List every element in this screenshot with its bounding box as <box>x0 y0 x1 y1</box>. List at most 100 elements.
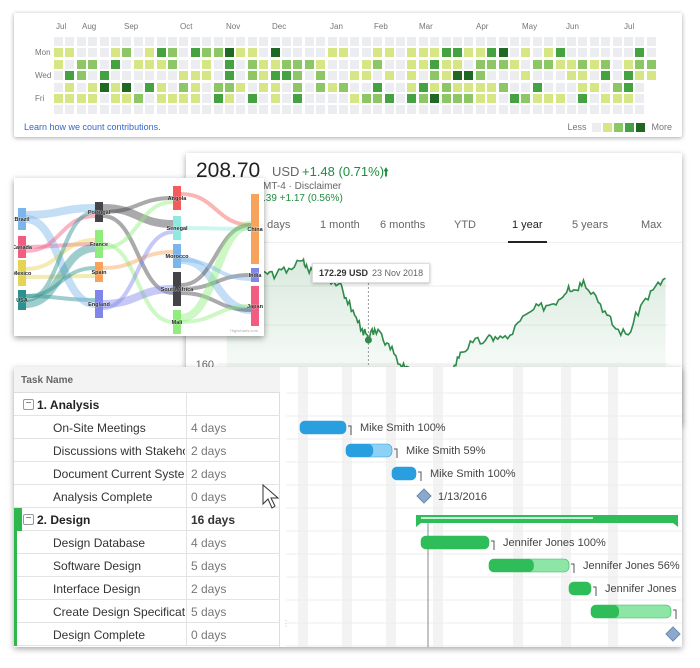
contribution-cell[interactable] <box>589 71 599 81</box>
contribution-cell[interactable] <box>156 71 166 81</box>
contribution-cell[interactable] <box>111 59 120 69</box>
contribution-cell[interactable] <box>236 71 246 81</box>
contribution-cell[interactable] <box>190 59 200 69</box>
contribution-cell[interactable] <box>578 48 588 58</box>
contribution-cell[interactable] <box>350 59 360 69</box>
contribution-cell[interactable] <box>475 37 485 46</box>
contribution-cell[interactable] <box>555 48 565 58</box>
task-row[interactable]: Interface Design 2 days <box>14 577 280 600</box>
contribution-cell[interactable] <box>396 94 405 103</box>
contribution-cell[interactable] <box>396 82 405 92</box>
contribution-cell[interactable] <box>498 105 508 115</box>
contribution-cell[interactable] <box>133 71 143 81</box>
tab-6-months[interactable]: 6 months <box>380 219 425 231</box>
contribution-cell[interactable] <box>99 59 109 69</box>
contribution-cell[interactable] <box>65 82 75 92</box>
contribution-cell[interactable] <box>99 105 109 115</box>
contribution-cell[interactable] <box>133 105 143 115</box>
contribution-cell[interactable] <box>521 94 531 103</box>
contribution-cell[interactable] <box>270 71 280 81</box>
contribution-cell[interactable] <box>54 37 63 46</box>
contribution-cell[interactable] <box>475 59 485 69</box>
contribution-cell[interactable] <box>589 82 599 92</box>
hover-point[interactable] <box>364 336 372 344</box>
contribution-cell[interactable] <box>418 94 428 103</box>
contribution-cell[interactable] <box>384 59 394 69</box>
contribution-cell[interactable] <box>145 82 155 92</box>
contribution-cell[interactable] <box>350 105 360 115</box>
contribution-cell[interactable] <box>293 59 303 69</box>
contribution-cell[interactable] <box>350 71 360 81</box>
contribution-cell[interactable] <box>236 37 246 46</box>
contribution-cell[interactable] <box>487 94 497 103</box>
contribution-cell[interactable] <box>361 59 371 69</box>
contribution-cell[interactable] <box>373 37 383 46</box>
contribution-cell[interactable] <box>578 82 588 92</box>
contribution-cell[interactable] <box>202 37 212 46</box>
task-row[interactable]: Design Complete 0 days <box>14 623 280 646</box>
contribution-cell[interactable] <box>236 48 246 58</box>
contribution-cell[interactable] <box>213 59 223 69</box>
contribution-cell[interactable] <box>498 37 508 46</box>
contribution-cell[interactable] <box>304 94 314 103</box>
contribution-cell[interactable] <box>498 82 508 92</box>
contribution-cell[interactable] <box>601 59 611 69</box>
contribution-cell[interactable] <box>578 71 588 81</box>
contribution-cell[interactable] <box>259 94 269 103</box>
contribution-cell[interactable] <box>361 94 371 103</box>
contribution-cell[interactable] <box>111 94 120 103</box>
contribution-cell[interactable] <box>259 105 269 115</box>
contribution-cell[interactable] <box>510 59 519 69</box>
contribution-cell[interactable] <box>213 94 223 103</box>
contribution-cell[interactable] <box>327 94 337 103</box>
contribution-cell[interactable] <box>259 71 269 81</box>
contribution-cell[interactable] <box>156 37 166 46</box>
contribution-cell[interactable] <box>441 37 451 46</box>
contribution-cell[interactable] <box>327 71 337 81</box>
contribution-cell[interactable] <box>510 71 519 81</box>
contribution-cell[interactable] <box>373 71 383 81</box>
contribution-cell[interactable] <box>612 59 622 69</box>
contribution-cell[interactable] <box>65 71 75 81</box>
contribution-cell[interactable] <box>179 82 189 92</box>
contribution-cell[interactable] <box>99 82 109 92</box>
contribution-cell[interactable] <box>54 82 63 92</box>
contribution-cell[interactable] <box>464 71 474 81</box>
contribution-cell[interactable] <box>635 37 645 46</box>
contribution-cell[interactable] <box>156 48 166 58</box>
contribution-cell[interactable] <box>339 94 348 103</box>
task-group-row[interactable]: −2. Design 16 days <box>14 508 280 531</box>
contribution-cell[interactable] <box>544 105 554 115</box>
contribution-cell[interactable] <box>646 59 656 69</box>
contribution-cell[interactable] <box>646 37 656 46</box>
contribution-cell[interactable] <box>76 82 86 92</box>
contribution-cell[interactable] <box>555 59 565 69</box>
contribution-cell[interactable] <box>270 37 280 46</box>
contribution-cell[interactable] <box>418 37 428 46</box>
contribution-cell[interactable] <box>612 71 622 81</box>
contribution-cell[interactable] <box>361 82 371 92</box>
contribution-cell[interactable] <box>555 94 565 103</box>
contribution-cell[interactable] <box>475 71 485 81</box>
contribution-cell[interactable] <box>521 59 531 69</box>
contribution-cell[interactable] <box>202 71 212 81</box>
contribution-cell[interactable] <box>168 37 177 46</box>
contribution-cell[interactable] <box>510 82 519 92</box>
contribution-cell[interactable] <box>510 105 519 115</box>
contribution-cell[interactable] <box>179 94 189 103</box>
contribution-cell[interactable] <box>145 37 155 46</box>
contribution-cell[interactable] <box>282 37 291 46</box>
contribution-cell[interactable] <box>578 59 588 69</box>
contribution-cell[interactable] <box>498 94 508 103</box>
contribution-cell[interactable] <box>122 82 132 92</box>
contribution-cell[interactable] <box>339 71 348 81</box>
contribution-cell[interactable] <box>555 37 565 46</box>
contribution-cell[interactable] <box>111 37 120 46</box>
contribution-cell[interactable] <box>145 94 155 103</box>
contribution-cell[interactable] <box>612 82 622 92</box>
contribution-cell[interactable] <box>122 94 132 103</box>
chart-credit[interactable]: Highcharts.com <box>230 328 258 333</box>
contribution-cell[interactable] <box>589 48 599 58</box>
contribution-cell[interactable] <box>589 105 599 115</box>
contribution-cell[interactable] <box>601 82 611 92</box>
